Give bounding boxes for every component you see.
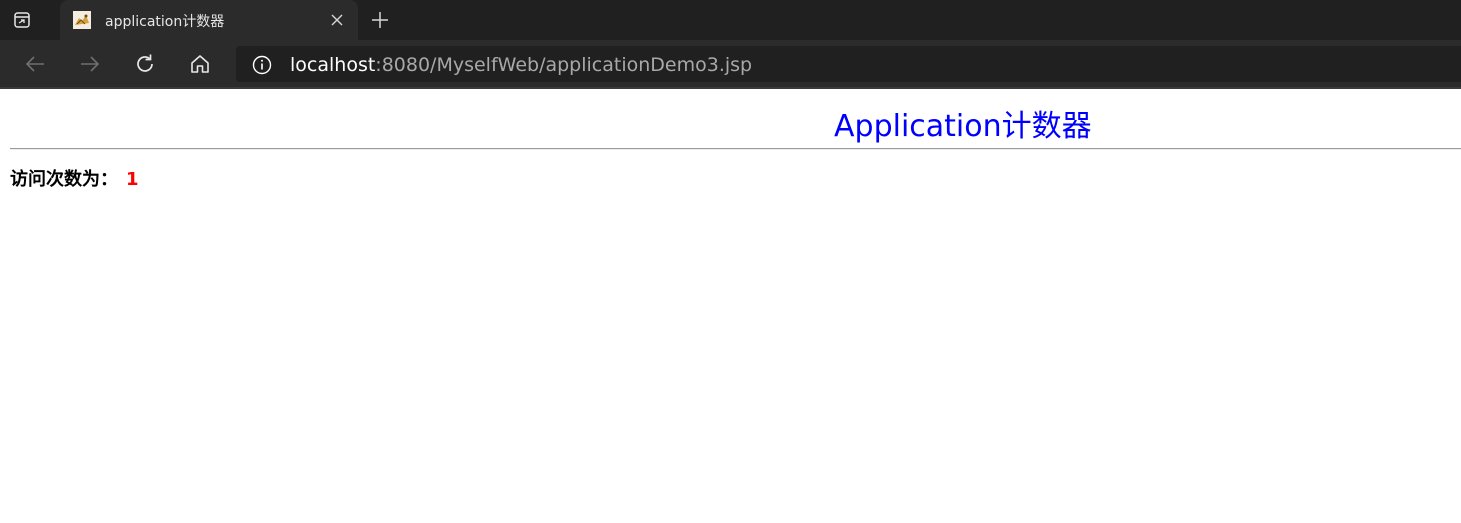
tomcat-icon [73, 11, 91, 29]
page-content: Application计数器 访问次数为： 1 [0, 89, 1461, 523]
browser-toolbar: localhost:8080/MyselfWeb/applicationDemo… [0, 40, 1461, 87]
tab-title: application计数器 [105, 14, 225, 30]
forward-arrow-icon [81, 56, 100, 72]
forward-button[interactable] [77, 51, 103, 77]
visit-count-label: 访问次数为： [10, 169, 118, 190]
back-button[interactable] [22, 51, 48, 77]
url-path: :8080/MyselfWeb/applicationDemo3.jsp [375, 54, 753, 76]
home-icon [191, 55, 209, 73]
address-bar[interactable]: localhost:8080/MyselfWeb/applicationDemo… [236, 46, 1461, 82]
url-host: localhost [290, 54, 376, 76]
refresh-icon [137, 54, 153, 72]
tab-strip: application计数器 [0, 0, 1461, 40]
horizontal-rule [10, 148, 1461, 150]
close-icon [331, 14, 343, 26]
url-text[interactable]: localhost:8080/MyselfWeb/applicationDemo… [290, 54, 752, 76]
tab-actions-button[interactable] [10, 8, 34, 32]
tab-close-button[interactable] [328, 11, 346, 29]
plus-icon [372, 12, 388, 28]
visit-count-line: 访问次数为： 1 [10, 165, 139, 191]
info-icon[interactable] [252, 55, 272, 75]
page-title: Application计数器 [834, 109, 1092, 144]
visit-count-value: 1 [126, 169, 139, 190]
home-button[interactable] [187, 51, 213, 77]
browser-window: application计数器 localhost:8080/MyselfWeb/… [0, 0, 1461, 523]
tab-actions-icon [14, 12, 30, 28]
back-arrow-icon [25, 56, 44, 72]
tab-active[interactable]: application计数器 [60, 0, 358, 40]
new-tab-button[interactable] [368, 8, 392, 32]
refresh-button[interactable] [132, 51, 158, 77]
